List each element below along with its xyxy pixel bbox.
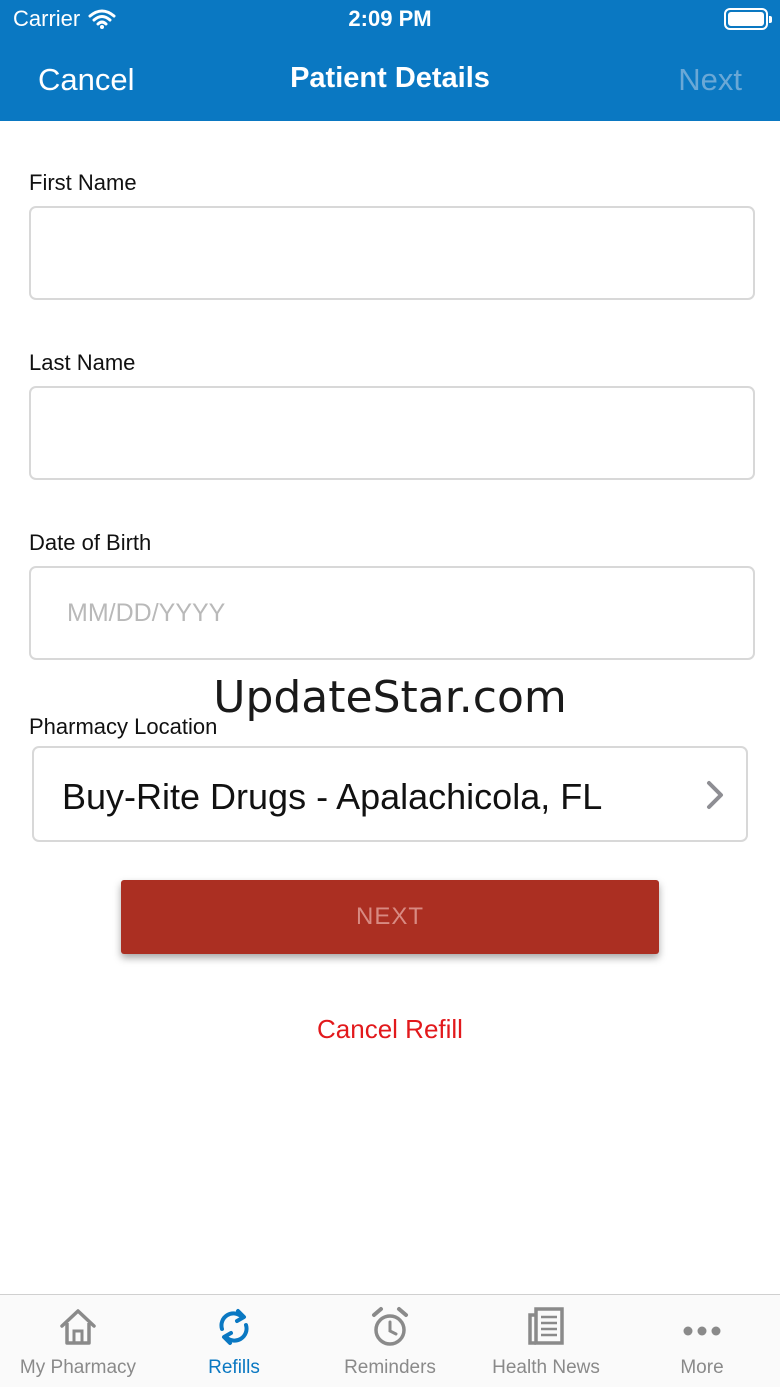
cancel-button[interactable]: Cancel [38,62,135,98]
next-nav-button[interactable]: Next [678,62,742,98]
status-time: 2:09 PM [348,6,432,31]
more-dots-icon [683,1326,721,1336]
chevron-right-icon [707,781,723,809]
dob-label: Date of Birth [29,530,152,555]
last-name-label: Last Name [29,350,136,375]
first-name-field[interactable] [29,206,755,300]
pharmacy-name: Buy-Rite Drugs - Apalachicola, FL [62,776,603,817]
tab-label: Refills [208,1357,260,1378]
dob-field[interactable] [29,566,755,660]
tab-refills[interactable]: Refills [156,1295,312,1387]
tab-my-pharmacy[interactable]: My Pharmacy [0,1295,156,1387]
tab-label: Reminders [344,1357,436,1378]
tab-more[interactable]: More [624,1295,780,1387]
cancel-refill-button[interactable]: Cancel Refill [0,1014,780,1045]
battery-icon [724,8,772,30]
next-button[interactable]: NEXT [121,880,659,954]
navigation-bar: Carrier 2:09 PM Cancel Patient Details N… [0,0,780,121]
tab-reminders[interactable]: Reminders [312,1295,468,1387]
pharmacy-location-label: Pharmacy Location [29,714,218,739]
tab-label: My Pharmacy [19,1357,137,1378]
tab-label: Health News [492,1357,600,1378]
tab-bar: My Pharmacy Refills Reminders Health New… [0,1294,780,1387]
tab-label: More [680,1357,724,1378]
first-name-label: First Name [29,170,137,195]
alarm-clock-icon [372,1307,408,1346]
tab-health-news[interactable]: Health News [468,1295,624,1387]
pharmacy-location-selector[interactable]: Buy-Rite Drugs - Apalachicola, FL [32,746,748,842]
last-name-field[interactable] [29,386,755,480]
newspaper-icon [528,1307,564,1345]
refresh-icon [219,1309,249,1345]
home-icon [60,1309,96,1345]
